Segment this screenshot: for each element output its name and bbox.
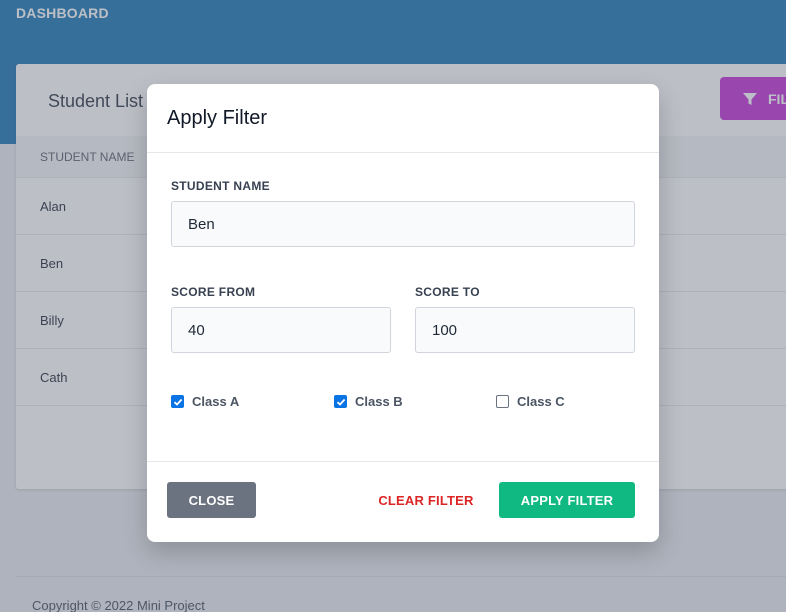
- score-to-label: SCORE TO: [415, 285, 480, 299]
- score-from-input[interactable]: [171, 307, 391, 353]
- class-b-checkbox[interactable]: Class B: [334, 394, 403, 409]
- class-b-label: Class B: [355, 394, 403, 409]
- checkbox-box[interactable]: [496, 395, 509, 408]
- student-name-input[interactable]: [171, 201, 635, 247]
- class-c-checkbox[interactable]: Class C: [496, 394, 565, 409]
- class-a-checkbox[interactable]: Class A: [171, 394, 239, 409]
- student-name-label: STUDENT NAME: [171, 179, 270, 193]
- close-button[interactable]: CLOSE: [167, 482, 256, 518]
- check-icon: [336, 398, 345, 406]
- page: DASHBOARD Student List FIL STUDENT NAME …: [0, 0, 786, 612]
- clear-filter-button[interactable]: CLEAR FILTER: [375, 482, 477, 518]
- class-a-label: Class A: [192, 394, 240, 409]
- class-c-label: Class C: [517, 394, 565, 409]
- apply-filter-modal: Apply Filter STUDENT NAME SCORE FROM SCO…: [147, 84, 659, 542]
- score-from-label: SCORE FROM: [171, 285, 256, 299]
- check-icon: [173, 398, 182, 406]
- apply-filter-button[interactable]: APPLY FILTER: [499, 482, 635, 518]
- checkbox-box[interactable]: [334, 395, 347, 408]
- checkbox-box[interactable]: [171, 395, 184, 408]
- modal-title: Apply Filter: [167, 107, 268, 129]
- modal-header: Apply Filter: [147, 84, 659, 153]
- modal-footer: CLOSE CLEAR FILTER APPLY FILTER: [147, 461, 659, 542]
- score-to-input[interactable]: [415, 307, 635, 353]
